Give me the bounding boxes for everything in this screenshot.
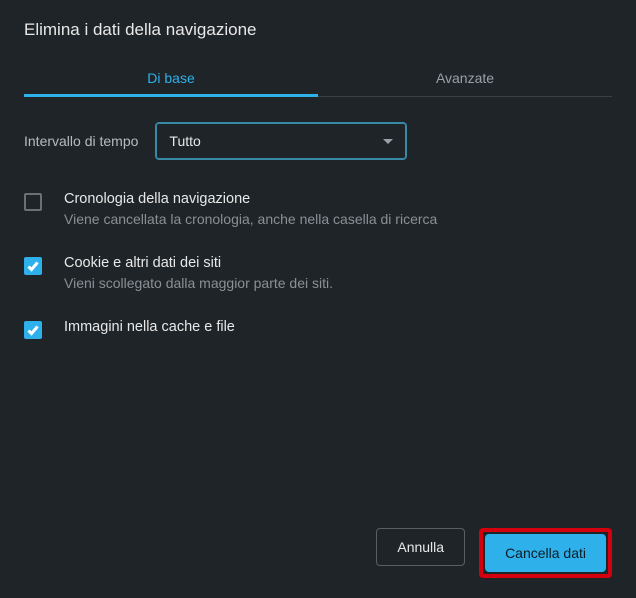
option-title: Cronologia della navigazione bbox=[64, 191, 437, 207]
cancel-button[interactable]: Annulla bbox=[376, 528, 465, 566]
option-title: Immagini nella cache e file bbox=[64, 319, 235, 335]
time-range-select[interactable]: Tutto bbox=[156, 123, 406, 159]
option-desc: Vieni scollegato dalla maggior parte dei… bbox=[64, 275, 333, 291]
chevron-down-icon bbox=[383, 139, 393, 144]
tab-advanced[interactable]: Avanzate bbox=[318, 60, 612, 96]
confirm-button[interactable]: Cancella dati bbox=[485, 534, 606, 572]
option-desc: Viene cancellata la cronologia, anche ne… bbox=[64, 211, 437, 227]
time-range-row: Intervallo di tempo Tutto bbox=[24, 123, 612, 159]
confirm-button-highlight: Cancella dati bbox=[479, 528, 612, 578]
checkbox-browsing-history[interactable] bbox=[24, 193, 42, 211]
tabs: Di base Avanzate bbox=[24, 60, 612, 97]
time-range-label: Intervallo di tempo bbox=[24, 133, 138, 149]
option-cookies: Cookie e altri dati dei siti Vieni scoll… bbox=[24, 255, 612, 291]
checkbox-cached-images[interactable] bbox=[24, 321, 42, 339]
options-list: Cronologia della navigazione Viene cance… bbox=[24, 191, 612, 339]
clear-browsing-data-dialog: Elimina i dati della navigazione Di base… bbox=[0, 0, 636, 598]
dialog-title: Elimina i dati della navigazione bbox=[24, 20, 612, 40]
option-cached-images: Immagini nella cache e file bbox=[24, 319, 612, 339]
time-range-value: Tutto bbox=[169, 133, 200, 149]
tab-basic[interactable]: Di base bbox=[24, 60, 318, 96]
checkbox-cookies[interactable] bbox=[24, 257, 42, 275]
dialog-footer: Annulla Cancella dati bbox=[24, 514, 612, 578]
option-title: Cookie e altri dati dei siti bbox=[64, 255, 333, 271]
option-browsing-history: Cronologia della navigazione Viene cance… bbox=[24, 191, 612, 227]
